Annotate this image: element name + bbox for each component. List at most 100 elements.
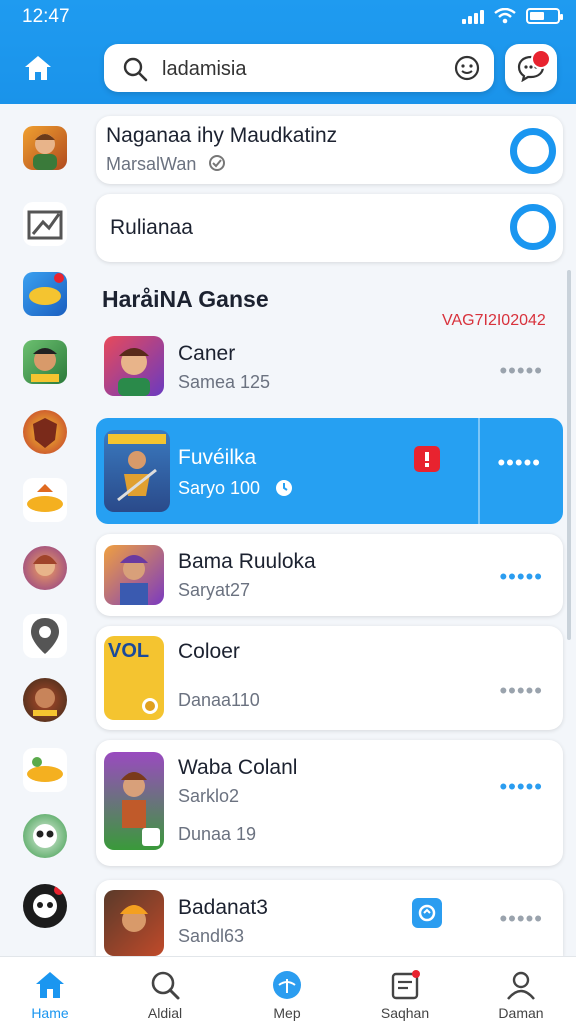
game-row[interactable]: Waba Colanl Sarklo2 Dunaa 19 ••••• (96, 740, 563, 866)
more-options-button[interactable]: ••••• (499, 564, 543, 590)
game-thumbnail (104, 545, 164, 605)
rail-game-icon[interactable] (23, 678, 67, 722)
search-input[interactable] (160, 54, 434, 84)
home-button[interactable] (18, 48, 58, 88)
character-icon (121, 772, 160, 846)
featured-title: Rulianaa (110, 216, 193, 239)
game-name: Badanat3 (178, 896, 268, 919)
rail-game-icon[interactable] (23, 126, 67, 170)
game-thumbnail (104, 752, 164, 850)
rail-game-icon[interactable] (23, 546, 67, 590)
rail-game-icon[interactable] (23, 410, 67, 454)
game-logo-icon (27, 484, 63, 512)
featured-card[interactable]: Naganaa ihy Maudkatinz MarsalWan (96, 116, 563, 184)
scrollbar[interactable] (567, 270, 571, 640)
section-title: HaråiNA Ganse (102, 286, 269, 312)
skull-icon (33, 885, 64, 918)
nav-profile[interactable]: Daman (471, 957, 571, 1025)
game-name: Fuvéilka (178, 446, 257, 469)
rail-location-icon[interactable] (23, 614, 67, 658)
more-options-button[interactable]: ••••• (499, 906, 543, 932)
rail-game-icon[interactable] (23, 272, 67, 316)
game-subtitle: Sandl63 (178, 926, 245, 946)
featured-title: Naganaa ihy Maudkatinz (106, 124, 338, 147)
more-options-button[interactable]: ••••• (499, 774, 543, 800)
rail-game-icon[interactable] (23, 884, 67, 928)
chat-button[interactable] (505, 44, 557, 92)
game-thumbnail (104, 890, 164, 956)
nav-map[interactable]: Mep (237, 957, 337, 1025)
nav-home[interactable]: Hame (0, 957, 100, 1025)
status-icon (209, 155, 225, 171)
nav-search[interactable]: Aldial (115, 957, 215, 1025)
rail-game-icon[interactable] (23, 340, 67, 384)
row-divider (478, 418, 480, 524)
game-logo-icon (27, 757, 63, 782)
more-options-button[interactable]: ••••• (499, 358, 543, 384)
nav-label: Mep (273, 1005, 301, 1021)
share-badge[interactable] (412, 898, 442, 928)
chart-icon (27, 210, 63, 240)
left-rail (0, 104, 90, 956)
face-icon[interactable] (454, 55, 480, 81)
toggle-icon[interactable] (510, 204, 556, 250)
rail-game-icon[interactable] (23, 748, 67, 792)
more-options-button[interactable]: ••••• (499, 678, 543, 704)
character-icon (33, 688, 57, 716)
game-subtitle: Saryat27 (178, 580, 251, 600)
game-name: Waba Colanl (178, 756, 298, 779)
thumbnail-label: VOL (108, 640, 150, 662)
nav-label: Aldial (147, 1005, 183, 1021)
wifi-icon (494, 8, 516, 24)
top-bar: 12:47 (0, 0, 576, 104)
signal-icon (462, 8, 484, 24)
nav-label: Saqhan (380, 1005, 430, 1021)
alert-icon (425, 452, 429, 467)
character-icon (120, 555, 148, 605)
warrior-icon (108, 434, 166, 502)
bottom-nav: Hame Aldial Mep Saqhan Daman (0, 956, 576, 1025)
nav-label: Daman (498, 1005, 544, 1021)
nav-label: Hame (31, 1005, 69, 1021)
game-logo-icon (29, 273, 64, 305)
shield-icon (33, 418, 57, 448)
search-bar[interactable] (104, 44, 494, 92)
status-time: 12:47 (22, 6, 70, 27)
notification-badge (531, 49, 551, 69)
location-pin-icon (31, 618, 59, 654)
rail-game-icon[interactable] (23, 478, 67, 522)
game-name: Caner (178, 342, 236, 365)
game-row-selected[interactable]: Fuvéilka Saryo 100 ••••• (96, 418, 563, 524)
clock-icon (276, 480, 292, 496)
rail-game-icon[interactable] (23, 814, 67, 858)
battery-icon (526, 8, 563, 24)
game-subtitle: Samea 125 (178, 372, 271, 392)
toggle-icon[interactable] (510, 128, 556, 174)
game-row[interactable]: Badanat3 Sandl63 ••••• (96, 880, 563, 956)
profile-icon (507, 971, 535, 1000)
notes-icon (391, 970, 420, 1000)
game-subtitle: Danaa110 (178, 690, 260, 710)
rail-chart-icon[interactable] (23, 202, 67, 246)
featured-card[interactable]: Rulianaa (96, 194, 563, 262)
game-row[interactable]: VOL Coloer Danaa110 ••••• (96, 626, 563, 730)
more-options-button[interactable]: ••••• (497, 450, 541, 476)
game-thumbnail (104, 430, 170, 512)
game-subtitle: Sarklo2 (178, 786, 240, 806)
game-row[interactable]: Caner Samea 125 ••••• (96, 330, 563, 406)
nav-notes[interactable]: Saqhan (355, 957, 455, 1025)
character-icon (120, 905, 148, 932)
character-icon (33, 555, 57, 576)
section-date: VAG7I2I02042 (442, 312, 546, 329)
game-thumbnail (104, 336, 164, 396)
character-icon (33, 134, 57, 170)
game-row[interactable]: Bama Ruuloka Saryat27 ••••• (96, 534, 563, 616)
globe-icon (273, 971, 301, 999)
home-icon (25, 56, 51, 80)
alert-badge-icon (414, 446, 440, 472)
share-icon (418, 904, 436, 922)
character-icon (118, 348, 150, 396)
game-subtitle: Saryo 100 (178, 478, 261, 498)
search-icon (151, 971, 180, 1000)
game-thumbnail: VOL (104, 636, 164, 720)
